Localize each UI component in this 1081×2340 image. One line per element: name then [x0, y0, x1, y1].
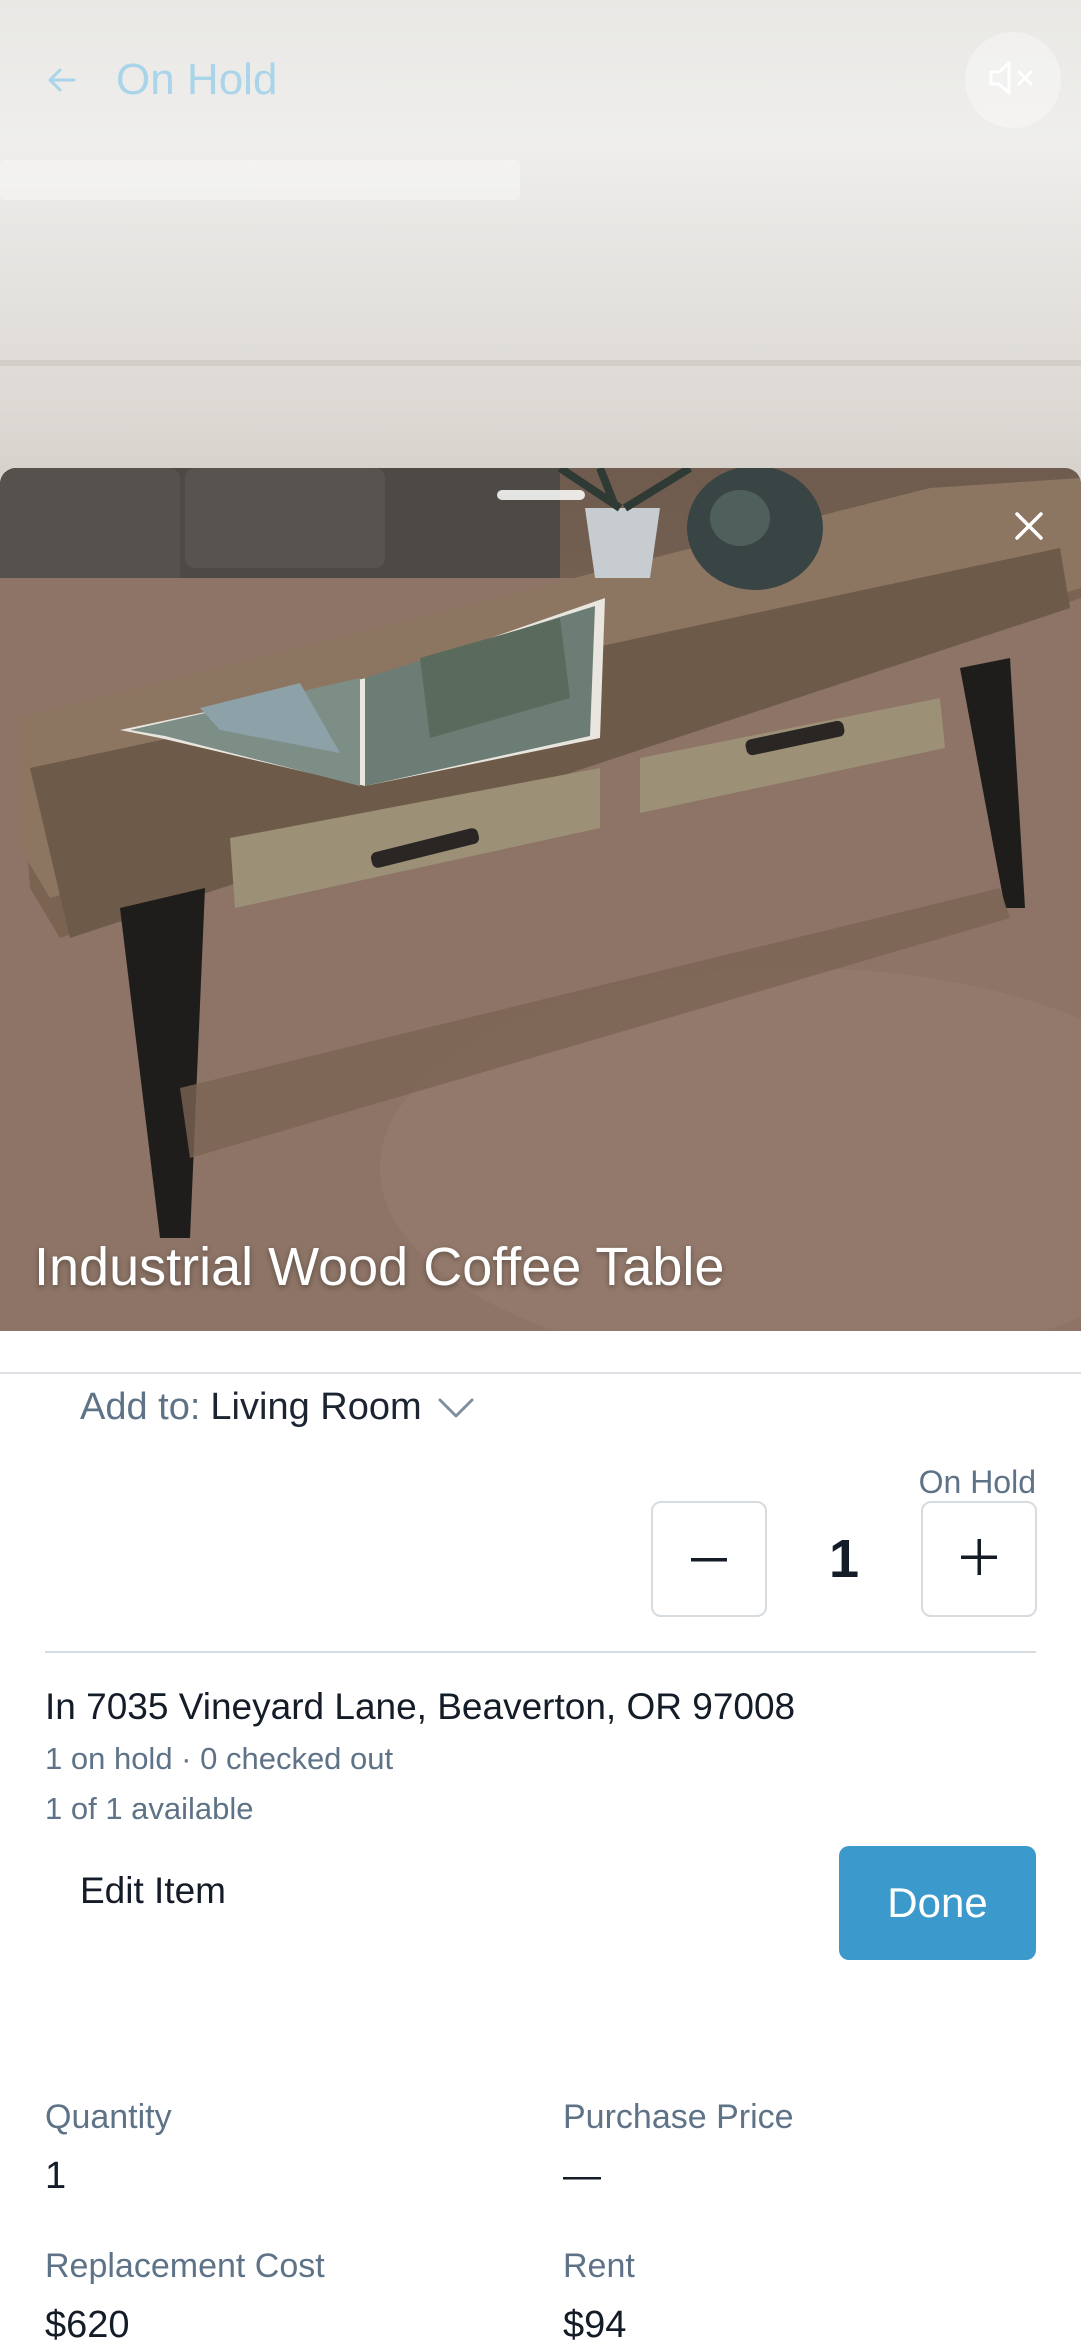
- replacement-cost-value: $620: [45, 2304, 130, 2340]
- add-to-room-selector[interactable]: Add to: Living Room: [80, 1386, 476, 1429]
- mute-icon: [987, 58, 1039, 103]
- quantity-label: Quantity: [45, 2098, 172, 2136]
- detail-replacement-cost: Replacement Cost $620: [45, 2247, 325, 2340]
- section-divider: [0, 1372, 1081, 1374]
- rent-label: Rent: [563, 2247, 635, 2285]
- minus-icon: [691, 1550, 727, 1568]
- done-button[interactable]: Done: [839, 1846, 1036, 1960]
- add-to-label: Add to:: [80, 1386, 201, 1428]
- purchase-price-label: Purchase Price: [563, 2098, 794, 2136]
- decrease-quantity-button[interactable]: [651, 1501, 767, 1617]
- mute-button[interactable]: [965, 32, 1061, 128]
- hold-checkout-summary: 1 on hold · 0 checked out: [45, 1741, 394, 1776]
- divider: [45, 1651, 1036, 1653]
- background-header: On Hold: [40, 48, 277, 112]
- item-title: Industrial Wood Coffee Table: [34, 1237, 725, 1297]
- detail-quantity: Quantity 1: [45, 2098, 172, 2198]
- replacement-cost-label: Replacement Cost: [45, 2247, 325, 2285]
- close-icon: [1011, 508, 1047, 549]
- item-sheet: Industrial Wood Coffee Table Add to: Liv…: [0, 468, 1081, 2340]
- item-location: In 7035 Vineyard Lane, Beaverton, OR 970…: [45, 1686, 796, 1727]
- background-wall-detail: [0, 160, 520, 200]
- background-page: On Hold: [0, 0, 1081, 480]
- quantity-value: 1: [828, 1529, 860, 1589]
- rent-value: $94: [563, 2304, 627, 2340]
- close-button[interactable]: [997, 496, 1061, 560]
- item-photo: Industrial Wood Coffee Table: [0, 468, 1081, 1331]
- detail-rent: Rent $94: [563, 2247, 635, 2340]
- detail-purchase-price: Purchase Price —: [563, 2098, 794, 2198]
- chevron-down-icon: [436, 1388, 476, 1428]
- edit-item-button[interactable]: Edit Item: [80, 1861, 226, 1921]
- quantity-detail-value: 1: [45, 2155, 67, 2197]
- status-badge: On Hold: [918, 1464, 1036, 1500]
- purchase-price-value: —: [563, 2155, 601, 2197]
- background-floor-line: [0, 360, 1081, 366]
- availability-summary: 1 of 1 available: [45, 1791, 254, 1826]
- sheet-drag-handle[interactable]: [497, 490, 585, 500]
- increase-quantity-button[interactable]: [921, 1501, 1037, 1617]
- add-to-value: Living Room: [210, 1386, 422, 1428]
- back-arrow-icon[interactable]: [40, 58, 84, 102]
- page-title: On Hold: [116, 55, 278, 104]
- plus-icon: [961, 1538, 997, 1580]
